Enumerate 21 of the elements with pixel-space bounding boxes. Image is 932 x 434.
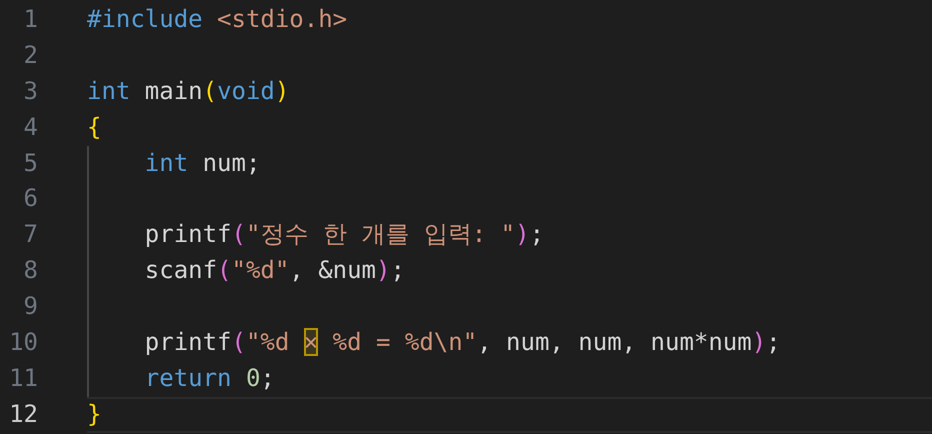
line-number: 11: [8, 362, 39, 394]
line-number: 6: [22, 183, 39, 214]
code-line: #include <stdio.h>: [87, 5, 348, 33]
line-number: 2: [22, 40, 39, 71]
code-line: return 0;: [144, 364, 275, 392]
line-number: 9: [22, 291, 39, 322]
code-line: {: [87, 112, 102, 141]
line-number: 5: [22, 148, 39, 179]
line-number: 12: [8, 398, 39, 430]
line-number: 3: [22, 76, 39, 107]
code-line: int num;: [144, 148, 260, 177]
code-line: scanf("%d", &num);: [144, 256, 405, 284]
code-line: printf("%d × %d = %d\n", num, num, num*num);: [144, 328, 781, 356]
line-number: 4: [22, 112, 39, 143]
line-number: 8: [22, 255, 39, 286]
code-line: printf("정수 한 개를 입력: ");: [144, 220, 544, 248]
line-number: 1: [22, 4, 39, 35]
line-number: 10: [8, 327, 39, 358]
code-line: int main(void): [87, 76, 290, 105]
code-line: }: [87, 400, 102, 428]
line-number: 7: [22, 219, 39, 250]
